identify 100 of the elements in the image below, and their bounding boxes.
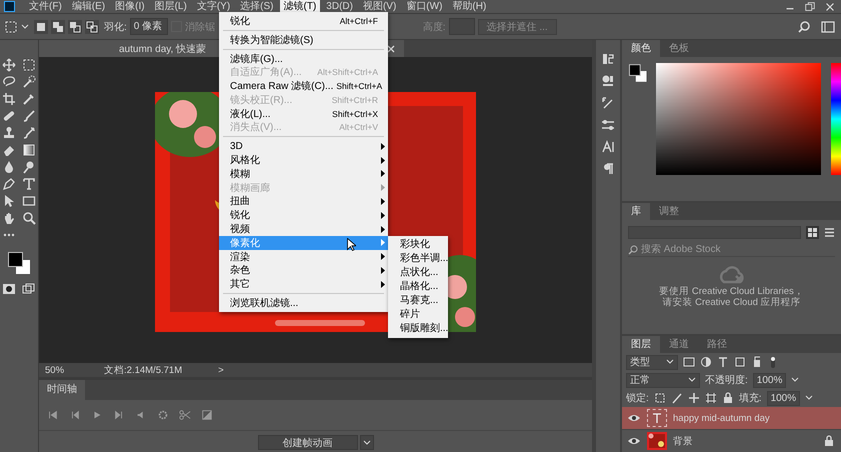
sliders-icon[interactable] <box>601 118 615 132</box>
properties-icon[interactable] <box>601 74 615 88</box>
eye-icon[interactable] <box>627 413 641 423</box>
image-filter-icon[interactable] <box>683 356 695 368</box>
move-icon[interactable] <box>688 392 700 404</box>
previous-frame-icon[interactable] <box>69 409 81 421</box>
opacity-field[interactable]: 100% <box>752 372 786 388</box>
menu-item[interactable]: 文字(Y) <box>192 0 234 13</box>
next-frame-icon[interactable] <box>113 409 125 421</box>
caret-icon[interactable] <box>21 22 29 30</box>
eraser-icon[interactable] <box>2 143 16 157</box>
menu-item[interactable]: 其它 <box>219 277 388 292</box>
layer-filter-dropdown[interactable]: 类型 <box>626 354 678 370</box>
menu-item[interactable]: 锐化 Alt+Ctrl+F <box>219 14 388 28</box>
pen-icon[interactable] <box>2 177 16 191</box>
rectangle-icon[interactable] <box>22 194 36 208</box>
panel-tab[interactable]: 路径 <box>698 336 736 353</box>
menu-item[interactable]: 窗口(W) <box>402 0 446 13</box>
panel-tab[interactable]: 颜色 <box>622 40 660 57</box>
menu-item[interactable]: 转换为智能滤镜(S) <box>219 32 388 47</box>
dropdown-button[interactable] <box>360 435 374 450</box>
stamp-icon[interactable] <box>2 126 16 140</box>
close-icon[interactable] <box>824 0 836 12</box>
scissors-icon[interactable] <box>179 409 191 421</box>
restore-icon[interactable] <box>804 0 816 12</box>
menu-item[interactable]: 3D <box>219 139 388 154</box>
menu-item[interactable]: 文件(F) <box>25 0 66 13</box>
grid-view-button[interactable] <box>806 226 819 239</box>
menu-item[interactable]: 浏览联机滤镜... <box>219 296 388 310</box>
layer-row[interactable]: 背景 <box>622 430 841 452</box>
panel-tab[interactable]: 图层 <box>622 336 660 353</box>
paragraph-icon[interactable] <box>601 162 615 176</box>
crop-icon[interactable] <box>2 92 16 106</box>
menu-item[interactable]: 晶格化... <box>388 280 448 294</box>
menu-item[interactable]: 扭曲 <box>219 194 388 208</box>
smart-object-filter-icon[interactable] <box>751 356 763 368</box>
move-icon[interactable] <box>2 58 16 72</box>
quick-mask-icon[interactable] <box>2 282 16 296</box>
pointer-icon[interactable] <box>2 194 16 208</box>
menu-item[interactable]: 滤镜(T) <box>280 0 320 13</box>
menu-item[interactable]: 碎片 <box>388 308 448 322</box>
panel-tab[interactable]: 通道 <box>660 336 698 353</box>
lasso-icon[interactable] <box>2 75 16 89</box>
color-field[interactable] <box>656 63 822 175</box>
dodge-icon[interactable] <box>22 160 36 174</box>
brush-icon[interactable] <box>670 392 683 404</box>
blend-mode-dropdown[interactable]: 正常 <box>626 372 700 388</box>
timeline-tab[interactable]: 时间轴 <box>39 380 85 400</box>
color-swatches-drawing[interactable] <box>628 63 648 83</box>
panel-tab[interactable]: 色板 <box>660 40 698 57</box>
menu-item[interactable]: 编辑(E) <box>68 0 110 13</box>
character-icon[interactable] <box>601 140 615 154</box>
menu-item[interactable]: 视频 <box>219 222 388 236</box>
menu-item[interactable]: 铜版雕刻... <box>388 322 448 336</box>
drop-icon[interactable] <box>2 160 16 174</box>
menu-item[interactable]: Camera Raw 滤镜(C)... Shift+Ctrl+A <box>219 79 388 93</box>
menu-item[interactable]: 彩块化 <box>388 238 448 252</box>
marquee-icon[interactable] <box>4 20 18 34</box>
menu-item[interactable]: 马赛克... <box>388 294 448 308</box>
hand-icon[interactable] <box>2 211 16 225</box>
filter-toggle-icon[interactable] <box>768 356 778 368</box>
brush-icon[interactable] <box>22 109 36 123</box>
type-icon[interactable] <box>22 177 36 191</box>
brush-settings-icon[interactable] <box>601 96 615 110</box>
stock-search-field[interactable]: 搜索 Adobe Stock <box>641 244 811 256</box>
menu-item[interactable]: 杂色 <box>219 264 388 278</box>
artboard-icon[interactable] <box>704 392 717 404</box>
menu-item[interactable]: 液化(L)... Shift+Ctrl+X <box>219 106 388 121</box>
lock-pixels-icon[interactable] <box>654 392 666 404</box>
height-field[interactable] <box>448 18 475 35</box>
shape-filter-icon[interactable] <box>734 356 746 368</box>
menu-item[interactable]: 锐化 <box>219 208 388 222</box>
feather-field[interactable]: 0 像素 <box>130 18 168 35</box>
menu-item[interactable]: 模糊 <box>219 166 388 181</box>
close-icon[interactable] <box>386 44 396 54</box>
menu-item[interactable]: 滤镜库(G)... <box>219 52 388 66</box>
menu-item[interactable]: 视图(V) <box>358 0 400 13</box>
marquee-icon[interactable] <box>22 58 36 72</box>
menu-item[interactable]: 点状化... <box>388 266 448 280</box>
menu-item[interactable]: 图层(L) <box>150 0 191 13</box>
screen-mode-icon[interactable] <box>22 282 36 296</box>
search-icon[interactable] <box>797 20 811 34</box>
zoom-icon[interactable] <box>22 211 36 225</box>
color-swatches-drawing[interactable] <box>7 251 31 275</box>
workspace-icon[interactable] <box>821 20 835 34</box>
list-icon[interactable] <box>824 226 835 238</box>
menu-item[interactable]: 风格化 <box>219 153 388 167</box>
zoom-level[interactable]: 50% <box>45 364 64 376</box>
eye-icon[interactable] <box>627 436 641 446</box>
fill-field[interactable]: 100% <box>766 390 800 406</box>
layer-row[interactable]: happy mid-autumn day <box>622 407 841 430</box>
panel-tab[interactable]: 调整 <box>650 202 688 220</box>
menu-item[interactable]: 渲染 <box>219 250 388 264</box>
menu-item[interactable]: 图像(I) <box>111 0 149 13</box>
adjustment-filter-icon[interactable] <box>700 356 712 368</box>
gear-icon[interactable] <box>157 409 169 421</box>
menu-item[interactable]: 3D(D) <box>322 0 357 13</box>
document-tab[interactable]: autumn day, 快速蒙 <box>119 42 206 56</box>
panel-tab[interactable]: 库 <box>622 202 650 220</box>
brush-icon[interactable] <box>22 126 36 140</box>
